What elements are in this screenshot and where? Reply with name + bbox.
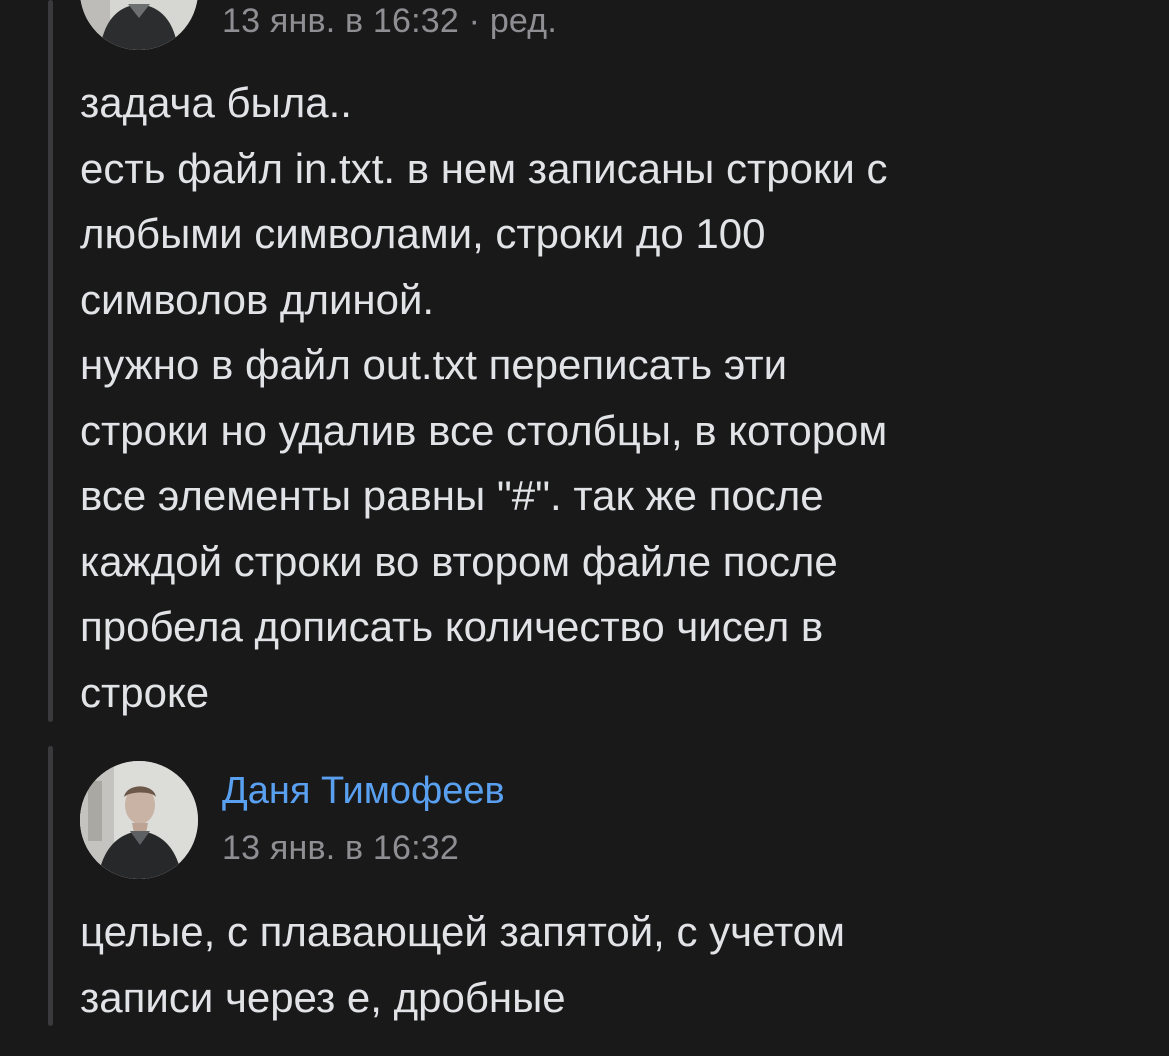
thread-line — [48, 0, 53, 722]
avatar-photo-icon — [80, 761, 198, 879]
avatar[interactable] — [80, 0, 198, 50]
comment-timestamp: 13 янв. в 16:32 — [222, 829, 459, 867]
comment-timestamp: 13 янв. в 16:32 · ред. — [222, 2, 557, 40]
comment-text: целые, с плавающей запятой, с учетом зап… — [80, 908, 846, 1021]
avatar-photo-icon — [80, 0, 198, 50]
avatar[interactable] — [80, 761, 198, 879]
author-name-link[interactable]: Даня Тимофеев — [222, 770, 505, 813]
comment-text: задача была.. есть файл in.txt. в нем за… — [80, 79, 888, 716]
thread-line — [48, 746, 53, 1026]
